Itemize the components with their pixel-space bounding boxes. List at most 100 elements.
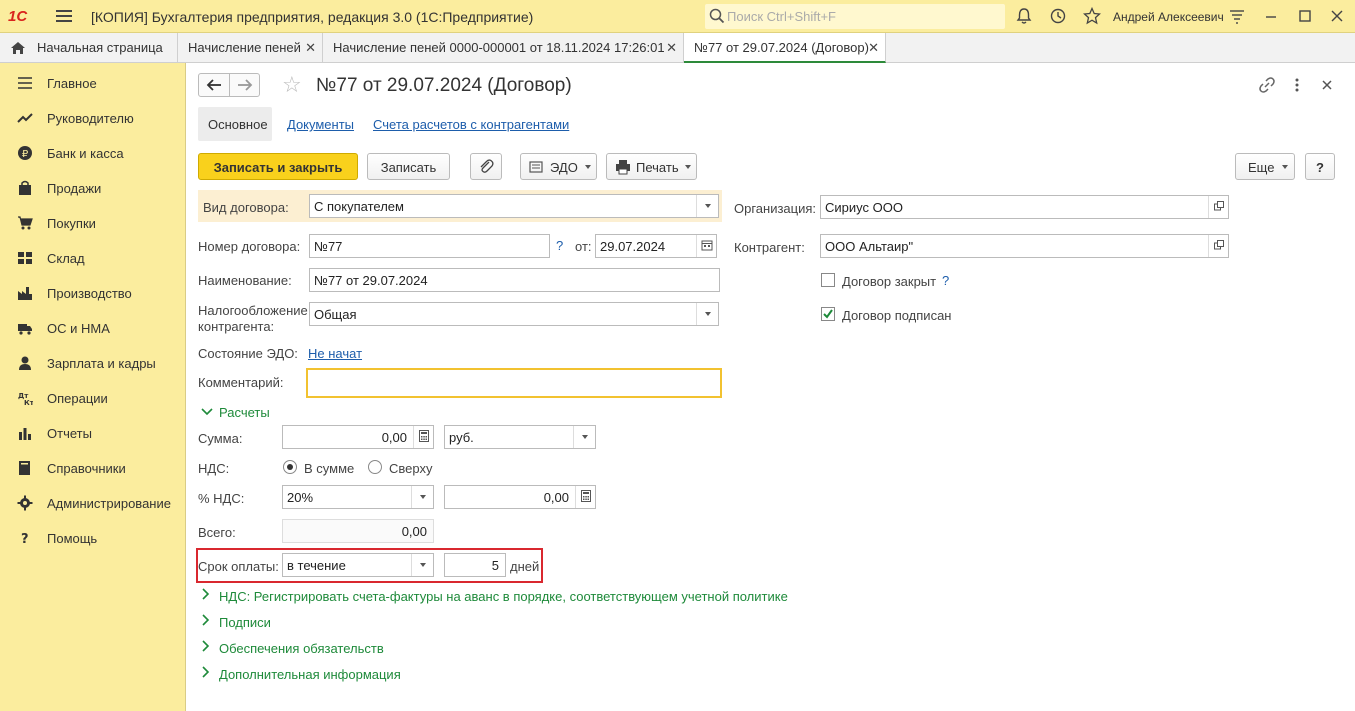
chevron-down-icon [1282, 165, 1288, 169]
close-window-icon[interactable] [1328, 7, 1346, 25]
sidebar-item-main[interactable]: Главное [0, 65, 186, 100]
calculator-icon[interactable] [575, 486, 595, 508]
contract-signed-checkbox[interactable] [821, 307, 835, 321]
warehouse-grid-icon [18, 252, 32, 264]
menu-lines-icon [18, 77, 32, 89]
vat-rate-select[interactable]: 20% [282, 485, 434, 509]
edo-state-link[interactable]: Не начат [308, 346, 362, 361]
sidebar-item-manager[interactable]: Руководителю [0, 100, 186, 135]
vat-amount-field[interactable]: 0,00 [444, 485, 596, 509]
close-tab-icon[interactable]: ✕ [305, 40, 316, 56]
close-tab-icon[interactable]: ✕ [868, 40, 879, 56]
sidebar-item-label: ОС и НМА [47, 321, 110, 336]
total-field: 0,00 [282, 519, 434, 543]
closed-help-icon[interactable]: ? [942, 273, 949, 288]
tab-home[interactable]: Начальная страница [0, 33, 178, 63]
sum-label: Сумма: [198, 431, 243, 446]
calendar-icon[interactable] [696, 235, 716, 257]
tab-contract[interactable]: №77 от 29.07.2024 (Договор) ✕ [684, 33, 886, 63]
attach-button[interactable] [470, 153, 502, 180]
chevron-down-icon[interactable] [411, 554, 433, 576]
tab-penalty-doc[interactable]: Начисление пеней 0000-000001 от 18.11.20… [323, 33, 684, 63]
chevron-down-icon [585, 165, 591, 169]
tab-penalty-list[interactable]: Начисление пеней ✕ [178, 33, 323, 63]
sidebar-item-help[interactable]: ? Помощь [0, 520, 186, 555]
favorite-star-icon[interactable]: ☆ [282, 72, 302, 98]
close-form-icon[interactable] [1318, 76, 1336, 94]
subtab-main[interactable]: Основное [198, 107, 272, 141]
contract-type-select[interactable]: С покупателем [309, 194, 719, 218]
subtab-accounts[interactable]: Счета расчетов с контрагентами [373, 107, 569, 141]
sidebar-item-operations[interactable]: Дт Кт Операции [0, 380, 186, 415]
chevron-down-icon[interactable] [573, 426, 595, 448]
open-icon[interactable] [1208, 196, 1228, 218]
calculator-icon[interactable] [413, 426, 433, 448]
sidebar-item-purchases[interactable]: Покупки [0, 205, 186, 240]
search-icon [709, 8, 725, 24]
number-help-icon[interactable]: ? [556, 238, 563, 253]
maximize-icon[interactable] [1296, 7, 1314, 25]
signatures-section[interactable]: Подписи [219, 615, 271, 630]
term-days-field[interactable]: 5 [444, 553, 506, 577]
main-menu-icon[interactable] [56, 10, 72, 23]
org-field[interactable]: Сириус ООО [820, 195, 1229, 219]
sidebar-item-sales[interactable]: Продажи [0, 170, 186, 205]
additional-info-section[interactable]: Дополнительная информация [219, 667, 401, 682]
app-logo[interactable]: 1С [8, 8, 27, 25]
close-tab-icon[interactable]: ✕ [666, 40, 677, 56]
counterparty-field[interactable]: ООО Альтаир" [820, 234, 1229, 258]
sidebar-item-warehouse[interactable]: Склад [0, 240, 186, 275]
search-input[interactable]: Поиск Ctrl+Shift+F [705, 4, 1005, 29]
sidebar-item-assets[interactable]: ОС и НМА [0, 310, 186, 345]
name-field[interactable]: №77 от 29.07.2024 [309, 268, 720, 292]
payments-section-title[interactable]: Расчеты [219, 405, 270, 420]
title-bar: 1С [КОПИЯ] Бухгалтерия предприятия, реда… [0, 0, 1355, 33]
sidebar-item-production[interactable]: Производство [0, 275, 186, 310]
sidebar-item-bank[interactable]: ₽ Банк и касса [0, 135, 186, 170]
org-value: Сириус ООО [825, 200, 903, 215]
settings-lines-icon[interactable] [1228, 7, 1246, 25]
chevron-down-icon[interactable] [201, 405, 213, 420]
contract-closed-checkbox[interactable] [821, 273, 835, 287]
sidebar-item-catalogs[interactable]: Справочники [0, 450, 186, 485]
chevron-down-icon[interactable] [696, 195, 718, 217]
obligations-section[interactable]: Обеспечения обязательств [219, 641, 384, 656]
chevron-right-icon[interactable] [201, 640, 211, 655]
back-arrow-icon[interactable] [206, 78, 222, 92]
link-icon[interactable] [1258, 76, 1276, 94]
history-icon[interactable] [1049, 7, 1067, 25]
chevron-down-icon[interactable] [696, 303, 718, 325]
currency-select[interactable]: руб. [444, 425, 596, 449]
help-button[interactable]: ? [1305, 153, 1335, 180]
edo-button[interactable]: ЭДО [520, 153, 597, 180]
more-dots-icon[interactable] [1288, 76, 1306, 94]
chevron-right-icon[interactable] [201, 588, 211, 603]
printer-icon [616, 160, 630, 175]
user-name[interactable]: Андрей Алексеевич [1113, 10, 1224, 24]
sum-field[interactable]: 0,00 [282, 425, 434, 449]
vat-in-sum-radio[interactable] [283, 460, 297, 474]
subtab-documents[interactable]: Документы [287, 107, 354, 141]
chevron-right-icon[interactable] [201, 614, 211, 629]
number-field[interactable]: №77 [309, 234, 550, 258]
minimize-icon[interactable] [1262, 7, 1280, 25]
save-button[interactable]: Записать [367, 153, 450, 180]
sidebar-item-admin[interactable]: Администрирование [0, 485, 186, 520]
forward-arrow-icon[interactable] [237, 78, 253, 92]
vat-invoice-section[interactable]: НДС: Регистрировать счета-фактуры на ава… [219, 589, 788, 604]
sidebar-item-reports[interactable]: Отчеты [0, 415, 186, 450]
date-field[interactable]: 29.07.2024 [595, 234, 717, 258]
sidebar-item-salary[interactable]: Зарплата и кадры [0, 345, 186, 380]
save-and-close-button[interactable]: Записать и закрыть [198, 153, 358, 180]
comment-field[interactable] [306, 368, 722, 398]
print-button[interactable]: Печать [606, 153, 697, 180]
bell-icon[interactable] [1015, 7, 1033, 25]
tax-select[interactable]: Общая [309, 302, 719, 326]
vat-over-radio[interactable] [368, 460, 382, 474]
chevron-down-icon[interactable] [411, 486, 433, 508]
favorites-star-icon[interactable] [1083, 7, 1101, 25]
chevron-right-icon[interactable] [201, 666, 211, 681]
more-button[interactable]: Еще [1235, 153, 1295, 180]
open-icon[interactable] [1208, 235, 1228, 257]
term-mode-select[interactable]: в течение [282, 553, 434, 577]
